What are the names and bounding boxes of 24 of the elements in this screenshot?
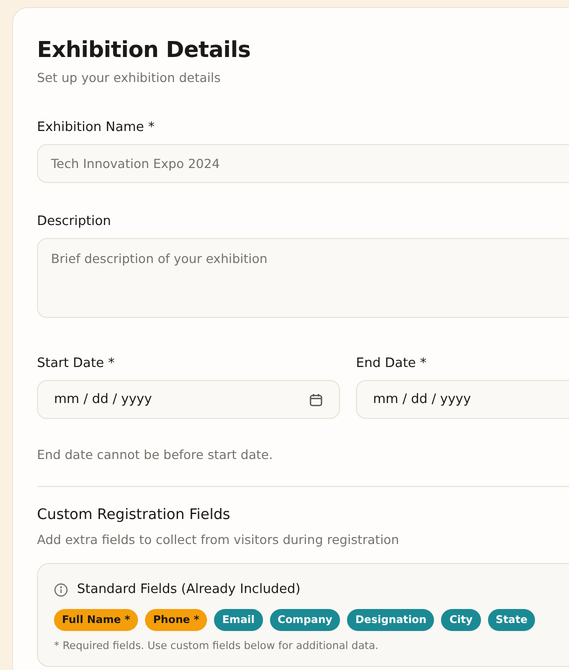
end-date-input[interactable]: mm / dd / yyyy <box>356 380 569 419</box>
page-subtitle: Set up your exhibition details <box>37 70 222 85</box>
info-icon <box>54 582 68 596</box>
field-label: Start Date * <box>37 356 116 371</box>
field-label: Exhibition Name * <box>37 120 156 135</box>
date-hint: End date cannot be before start date. <box>37 447 274 462</box>
field-tag: Company <box>270 609 340 631</box>
field-label: End Date * <box>356 356 428 371</box>
section-subtitle: Add extra fields to collect from visitors during registration <box>37 532 400 547</box>
field-tag: City <box>441 609 481 631</box>
calendar-icon[interactable] <box>309 392 323 406</box>
field-label: Description <box>37 214 112 229</box>
panel-title: Standard Fields (Already Included) <box>77 582 301 597</box>
description-textarea[interactable]: Brief description of your exhibition <box>37 238 569 318</box>
field-tag: Email <box>214 609 263 631</box>
name-input[interactable]: Tech Innovation Expo 2024 <box>37 144 569 183</box>
start-date-input[interactable]: mm / dd / yyyy <box>37 380 340 419</box>
field-tag: Phone * <box>145 609 208 631</box>
required-note: * Required fields. Use custom fields below for additional data. <box>54 640 380 652</box>
field-tag: Full Name * <box>54 609 138 631</box>
page-title: Exhibition Details <box>37 38 252 63</box>
field-tag: State <box>488 609 536 631</box>
field-tag: Designation <box>347 609 434 631</box>
section-title: Custom Registration Fields <box>37 507 232 523</box>
